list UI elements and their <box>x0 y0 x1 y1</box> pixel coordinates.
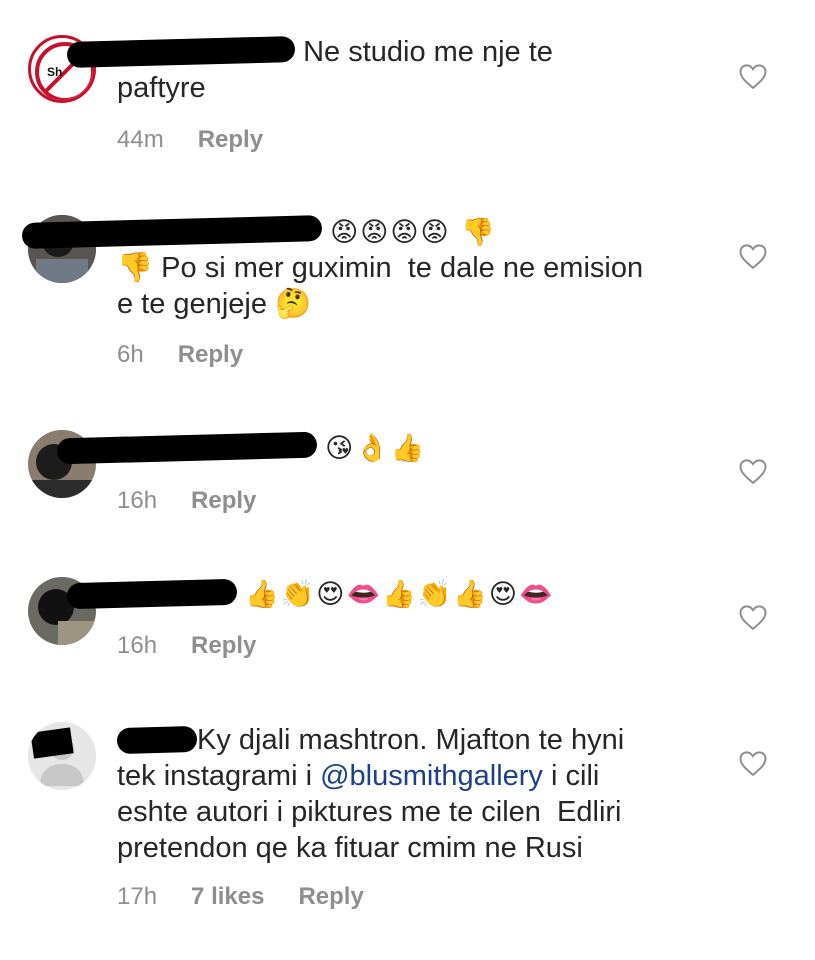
comment-meta: 6h Reply <box>117 341 243 369</box>
comment-time: 44m <box>117 126 164 153</box>
likes-count[interactable]: 7 likes <box>191 883 264 911</box>
comment-time: 16h <box>117 632 158 659</box>
reply-button[interactable]: Reply <box>191 632 256 660</box>
reply-button[interactable]: Reply <box>198 126 263 154</box>
heart-outline-icon[interactable] <box>738 603 768 631</box>
comment-body: 😡😡😡😡 👎 <box>21 214 717 251</box>
comment-body: Ne studio me nje te paftyre <box>66 34 717 106</box>
emoji-prefix: 😡😡😡😡 👎 <box>330 217 497 248</box>
comment-body: 😘👌👍 <box>56 430 717 467</box>
comment-body: 👍👏😍👄👍👏👍😍👄 <box>66 576 717 613</box>
comment-meta: 44m Reply <box>117 126 263 154</box>
comment-text: 👎 Po si mer guximin te dale ne emision e… <box>117 252 644 320</box>
default-avatar-icon <box>28 722 96 790</box>
comment-emoji: 😘👌👍 <box>325 433 427 464</box>
redacted-username <box>56 431 318 465</box>
heart-outline-icon[interactable] <box>738 242 768 270</box>
redacted-username <box>66 36 296 68</box>
reply-button[interactable]: Reply <box>298 883 363 911</box>
svg-text:Sh: Sh <box>47 65 62 79</box>
comment-meta: 16h Reply <box>117 487 256 515</box>
comment-body: Ky djali mashtron. Mjafton te hyni tek i… <box>116 722 717 866</box>
comment-time: 16h <box>117 487 158 514</box>
redacted-username <box>116 725 198 755</box>
mention-link[interactable]: @blusmithgallery <box>320 760 543 792</box>
comment-emoji: 👍👏😍👄👍👏👍😍👄 <box>245 579 555 610</box>
heart-outline-icon[interactable] <box>738 62 768 90</box>
heart-outline-icon[interactable] <box>738 749 768 777</box>
comment-time: 17h <box>117 883 158 910</box>
heart-outline-icon[interactable] <box>738 457 768 485</box>
avatar[interactable] <box>28 722 96 790</box>
reply-button[interactable]: Reply <box>191 487 256 515</box>
reply-button[interactable]: Reply <box>178 341 243 369</box>
comment-time: 6h <box>117 341 144 368</box>
comment-meta: 17h 7 likes Reply <box>117 883 364 911</box>
redacted-username <box>66 578 238 610</box>
comment-meta: 16h Reply <box>117 632 256 660</box>
